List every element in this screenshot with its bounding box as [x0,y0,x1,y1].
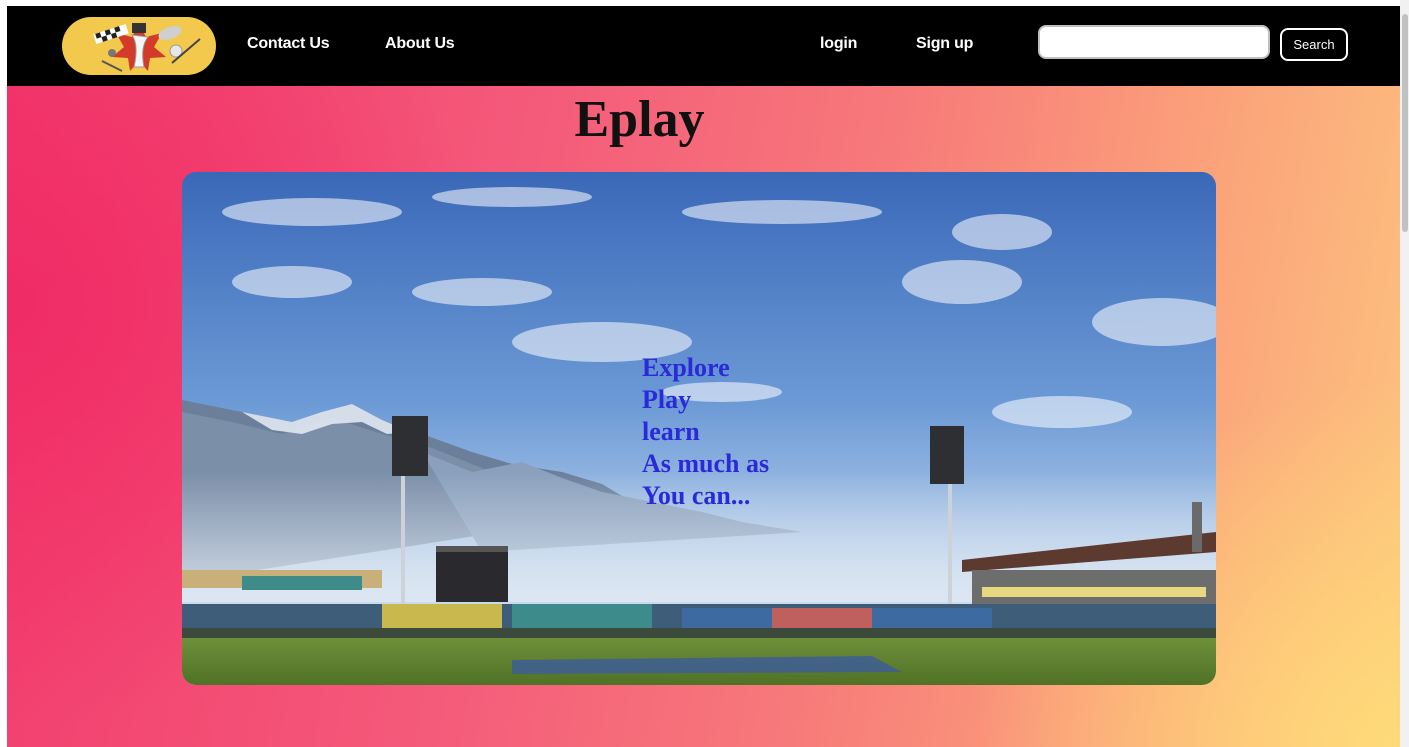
search-input[interactable] [1038,25,1270,59]
page: Contact Us About Us login Sign up Search… [7,6,1400,747]
hero-tagline: Explore Play learn As much as You can... [642,352,769,512]
scrollbar-thumb[interactable] [1402,14,1408,232]
tagline-line: Play [642,385,692,414]
tagline-line: Explore [642,353,730,382]
tagline-line: learn [642,417,700,446]
page-title: Eplay [574,91,705,148]
scrollbar[interactable] [1400,0,1409,747]
logo[interactable] [62,17,216,75]
login-link[interactable]: login [820,35,857,53]
sign-up-link[interactable]: Sign up [916,35,973,53]
navbar: Contact Us About Us login Sign up Search [7,6,1400,86]
search-button[interactable]: Search [1280,28,1348,61]
sports-emblem-icon [93,23,201,72]
about-us-link[interactable]: About Us [385,35,455,53]
contact-us-link[interactable]: Contact Us [247,35,330,53]
tagline-line: You can... [642,481,751,510]
tagline-line: As much as [642,449,770,478]
hero-banner: Explore Play learn As much as You can... [182,172,1216,685]
